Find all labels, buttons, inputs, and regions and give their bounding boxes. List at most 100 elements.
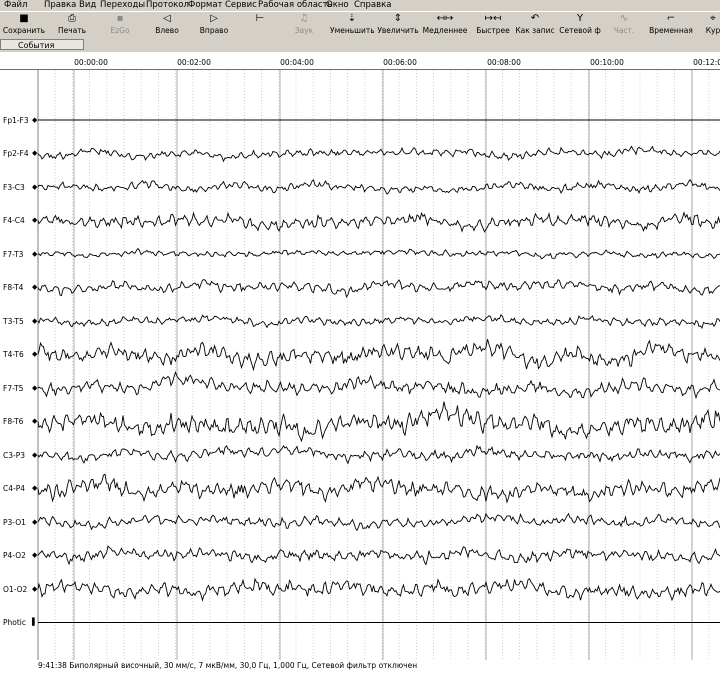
channel-label[interactable]: Photic: [3, 618, 26, 627]
channel-label[interactable]: O1-O2: [3, 585, 27, 594]
channel-label[interactable]: Fp1-F3: [3, 116, 29, 125]
events-bar: События: [0, 37, 720, 88]
arrow-right-icon: ▷: [210, 13, 218, 24]
channel-marker-icon: ◆: [32, 350, 38, 358]
channel-marker-icon: ◆: [32, 417, 38, 425]
toolbar-button-label: Сохранить: [2, 26, 46, 35]
toolbar-button-label: Вправо: [199, 26, 229, 35]
toolbar-button-5[interactable]: ⊢: [240, 12, 280, 38]
status-line: 9:41:38 Биполярный височный, 30 мм/с, 7 …: [0, 660, 720, 675]
eeg-trace-f4-c4: [37, 211, 720, 233]
print-icon: ⎙: [68, 13, 76, 24]
toolbar-button-7[interactable]: ⇣ Уменьшить: [330, 12, 374, 38]
menu-item-6[interactable]: Сервис: [225, 0, 257, 11]
sound-icon: ♫: [299, 13, 309, 24]
as-recorded-icon: ↶: [530, 13, 540, 24]
events-label[interactable]: События: [0, 39, 84, 50]
eeg-trace-p3-o1: [37, 512, 720, 532]
channel-marker-icon: ◆: [32, 584, 38, 593]
channel-marker-icon: ▌: [32, 618, 38, 626]
toolbar-button-label: Печать: [57, 26, 87, 35]
channel-label[interactable]: F7-T5: [3, 384, 23, 393]
toolbar-button-label: Уменьшить: [330, 26, 374, 35]
toolbar-button-label: Сетевой ф: [559, 26, 601, 35]
toolbar-button-11[interactable]: ↶ Как запис: [514, 12, 556, 38]
channel-label[interactable]: F7-T3: [3, 250, 23, 259]
toolbar-button-label: Как запис: [515, 26, 555, 35]
channel-marker-icon: ◆: [32, 249, 38, 258]
channel-marker-icon: ◆: [32, 383, 38, 392]
menu-item-4[interactable]: Протокол: [146, 0, 189, 11]
toolbar-button-3[interactable]: ◁ Влево: [146, 12, 188, 38]
eeg-trace-f7-t5: [37, 370, 720, 400]
eeg-trace-fp2-f4: [37, 145, 720, 163]
channel-label[interactable]: P3-O1: [3, 518, 26, 527]
eeg-traces-area[interactable]: Fp1-F3 ◆ Fp2-F4 ◆ F3-C3 ◆ F4-C4 ◆ F7-T3 ◆ F8-T4 ◆ T3…: [0, 70, 720, 660]
channel-label[interactable]: F8-T6: [3, 417, 23, 426]
toolbar-button-9[interactable]: ↤↦ Медленнее: [420, 12, 470, 38]
increase-icon: ⇕: [393, 13, 403, 24]
toolbar-button-6[interactable]: ♫ Звук: [282, 12, 326, 38]
menu-item-2[interactable]: Вид: [79, 0, 96, 11]
channel-label[interactable]: F3-C3: [3, 183, 25, 192]
channel-marker-icon: ◆: [32, 484, 38, 492]
channel-marker-icon: ◆: [32, 115, 38, 124]
toolbar-button-10[interactable]: ↦↤ Быстрее: [472, 12, 514, 38]
menu-item-9[interactable]: Справка: [354, 0, 391, 11]
channel-label[interactable]: P4-O2: [3, 551, 26, 560]
marker-tool-icon: ⊢: [255, 13, 265, 24]
menu-item-8[interactable]: Окно: [326, 0, 349, 11]
toolbar-button-label: Влево: [155, 26, 179, 35]
channel-marker-icon: ◆: [32, 182, 38, 191]
toolbar-button-0[interactable]: ■ Сохранить: [0, 12, 48, 38]
toolbar-button-15[interactable]: ⌖ Кур: [698, 12, 720, 38]
toolbar-button-label: Медленнее: [422, 26, 468, 35]
channel-marker-icon: ◆: [32, 450, 38, 459]
faster-icon: ↦↤: [484, 13, 502, 24]
time-tick-label: 00:02:00: [177, 58, 211, 67]
notch-filter-icon: Y: [576, 13, 584, 24]
eeg-trace-f7-t3: [38, 247, 720, 260]
time-tick-label: 00:10:00: [590, 58, 624, 67]
menu-item-1[interactable]: Правка: [44, 0, 76, 11]
channel-label[interactable]: C4-P4: [3, 484, 25, 493]
time-tick-label: 00:04:00: [280, 58, 314, 67]
menu-bar: Файл Правка Вид Переходы Протокол Формат Серви…: [0, 0, 720, 11]
channel-label[interactable]: F8-T4: [3, 283, 23, 292]
channel-marker-icon: ◆: [32, 517, 38, 526]
toolbar-button-label: Звук: [294, 26, 314, 35]
eeg-traces-svg: [37, 70, 720, 660]
toolbar-button-12[interactable]: Y Сетевой ф: [558, 12, 602, 38]
channel-label[interactable]: F4-C4: [3, 216, 25, 225]
time-scale: 00:00:00 00:02:00 00:04:00 00:06:00 00:08:00…: [0, 52, 720, 70]
ezgo-icon: ▪: [116, 13, 124, 24]
menu-item-3[interactable]: Переходы: [100, 0, 145, 11]
time-constant-icon: ⌐: [666, 13, 676, 24]
channel-marker-icon: ◆: [32, 283, 38, 291]
channel-label[interactable]: T4-T6: [3, 350, 24, 359]
menu-item-5[interactable]: Формат: [188, 0, 223, 11]
menu-item-7[interactable]: Рабочая область: [258, 0, 333, 11]
decrease-icon: ⇣: [347, 13, 357, 24]
channel-label[interactable]: C3-P3: [3, 451, 25, 460]
toolbar-button-2[interactable]: ▪ EzGo: [98, 12, 142, 38]
channel-marker-icon: ◆: [32, 216, 38, 224]
channel-label[interactable]: T3-T5: [3, 317, 24, 326]
frequency-icon: ∿: [619, 13, 629, 24]
eeg-trace-t4-t6: [37, 338, 720, 372]
toolbar: ■ Сохранить ⎙ Печать ▪ EzGo ◁ Влево ▷ Вправо ⊢ ♫ Зву…: [0, 11, 720, 37]
toolbar-button-4[interactable]: ▷ Вправо: [190, 12, 238, 38]
menu-item-0[interactable]: Файл: [4, 0, 27, 11]
cursor-icon: ⌖: [710, 13, 716, 24]
toolbar-button-13[interactable]: ∿ Част.: [604, 12, 644, 38]
toolbar-button-label: Увеличить: [377, 26, 419, 35]
toolbar-button-14[interactable]: ⌐ Временная: [646, 12, 696, 38]
toolbar-button-8[interactable]: ⇕ Увеличить: [376, 12, 420, 38]
channel-label[interactable]: Fp2-F4: [3, 149, 29, 158]
eeg-trace-c4-p4: [37, 473, 720, 504]
toolbar-button-1[interactable]: ⎙ Печать: [50, 12, 94, 38]
channel-marker-icon: ◆: [32, 149, 38, 157]
time-tick-label: 00:08:00: [487, 58, 521, 67]
eeg-trace-f8-t4: [37, 278, 720, 299]
eeg-trace-f3-c3: [37, 179, 720, 195]
